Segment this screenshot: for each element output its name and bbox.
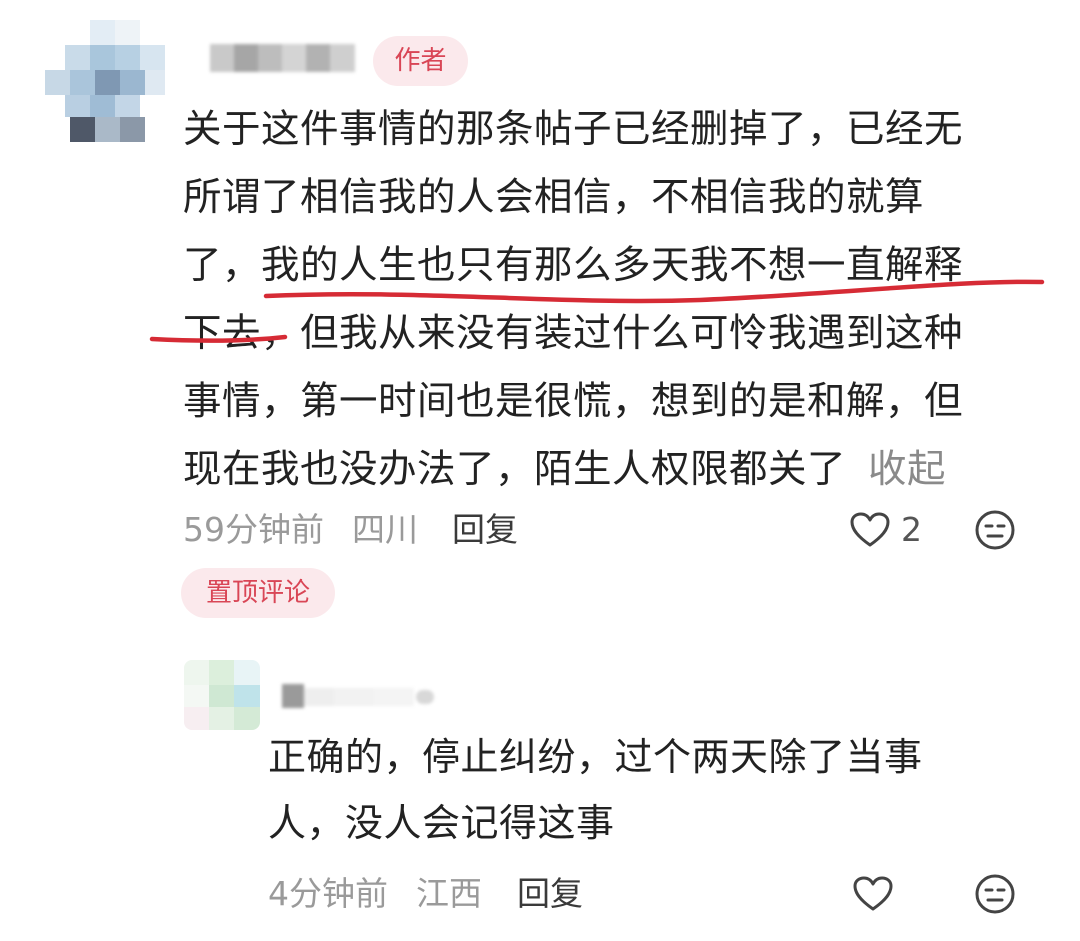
- comment-text-line: 事情，第一时间也是很慌，想到的是和解，但: [183, 379, 964, 424]
- collapse-button[interactable]: 收起: [868, 447, 946, 492]
- comment-text-line-last: 现在我也没办法了，陌生人权限都关了 收起: [183, 436, 1023, 504]
- emoji-icon[interactable]: [974, 873, 1016, 915]
- reply-reply-button[interactable]: 回复: [517, 872, 583, 916]
- reply-username[interactable]: [282, 684, 437, 708]
- comment-text-line: 了，我的人生也只有那么多天我不想一直解释: [183, 243, 964, 288]
- comment-text-line: 所谓了相信我的人会相信，不相信我的就算: [183, 175, 925, 220]
- comment-text-line: 下去，但我从来没有装过什么可怜我遇到这种: [183, 311, 964, 356]
- author-badge: 作者: [373, 36, 468, 86]
- reply-time: 4分钟前: [268, 874, 388, 913]
- comment-text: 关于这件事情的那条帖子已经删掉了，已经无 所谓了相信我的人会相信，不相信我的就算…: [183, 96, 1023, 504]
- comment-text-line: 关于这件事情的那条帖子已经删掉了，已经无: [183, 107, 964, 152]
- like-count: 2: [901, 510, 922, 549]
- comment-username[interactable]: [210, 44, 355, 72]
- pinned-comment-badge: 置顶评论: [181, 568, 335, 618]
- comment-text-line: 现在我也没办法了，陌生人权限都关了: [183, 447, 847, 492]
- reply-text-line: 正确的，停止纠纷，过个两天除了当事: [268, 735, 923, 779]
- comment-time: 59分钟前: [183, 510, 324, 549]
- reply-avatar[interactable]: [184, 660, 260, 730]
- reply-location: 江西: [416, 874, 482, 913]
- heart-icon[interactable]: [849, 511, 891, 549]
- comment-avatar[interactable]: [45, 20, 165, 142]
- reply-button[interactable]: 回复: [452, 508, 518, 552]
- reply-text: 正确的，停止纠纷，过个两天除了当事 人，没人会记得这事: [268, 724, 1028, 856]
- heart-icon[interactable]: [852, 875, 894, 913]
- reply-text-line: 人，没人会记得这事: [268, 801, 615, 845]
- emoji-icon[interactable]: [974, 509, 1016, 551]
- comment-location: 四川: [352, 510, 418, 549]
